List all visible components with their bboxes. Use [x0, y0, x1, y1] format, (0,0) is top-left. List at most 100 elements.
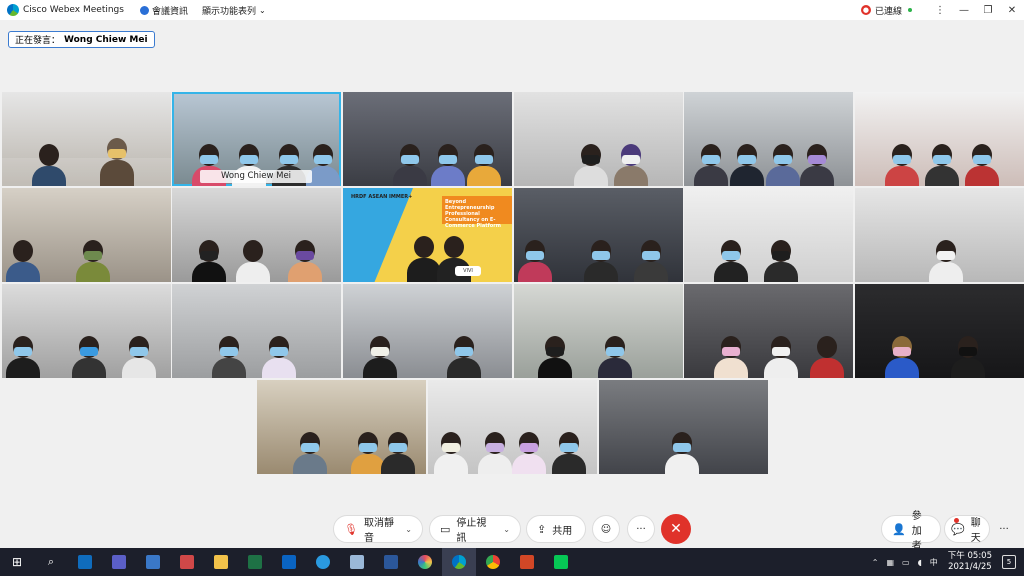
restore-button[interactable]: ❐ — [976, 5, 1000, 16]
taskbar-webex[interactable] — [442, 548, 476, 576]
video-tile[interactable] — [684, 284, 853, 378]
taskbar-teams[interactable] — [102, 548, 136, 576]
video-tile[interactable] — [514, 188, 683, 282]
reactions-button[interactable]: ☺ — [592, 515, 620, 543]
share-label: 共用 — [552, 525, 573, 537]
video-tile[interactable] — [172, 188, 341, 282]
clock-time: 下午 05:05 — [947, 551, 992, 561]
taskbar-app[interactable] — [170, 548, 204, 576]
presenter-label: VIVI — [455, 266, 481, 276]
powerpoint-icon — [520, 555, 534, 569]
connected-indicator-icon — [908, 8, 912, 12]
connection-status[interactable]: ● 已連線 — [860, 4, 912, 17]
video-tile[interactable] — [855, 92, 1024, 186]
info-icon — [139, 5, 149, 15]
taskbar-chrome[interactable] — [476, 548, 510, 576]
notification-center-button[interactable]: 5 — [1002, 555, 1016, 569]
teams-icon — [112, 555, 126, 569]
taskbar-app[interactable] — [340, 548, 374, 576]
taskbar-powerpoint[interactable] — [510, 548, 544, 576]
word-icon — [384, 555, 398, 569]
video-tile[interactable] — [514, 284, 683, 378]
clock-date: 2021/4/25 — [948, 562, 992, 572]
video-tile[interactable] — [172, 284, 341, 378]
presentation-banner: HRDF ASEAN IMMER+ Beyond Entrepreneurshi… — [343, 188, 512, 282]
video-tile[interactable] — [599, 380, 768, 474]
share-button[interactable]: ⇪ 共用 — [526, 515, 586, 543]
meeting-info-menu[interactable]: 會議資訊 — [139, 4, 188, 17]
chat-label: 聊天 — [970, 518, 981, 544]
more-options-button[interactable]: ··· — [627, 515, 655, 543]
folder-icon — [214, 555, 228, 569]
notification-count: 5 — [1006, 558, 1012, 566]
system-tray: ⌃ ▦ ▭ ◖ 中 — [868, 557, 942, 568]
taskbar-outlook[interactable] — [68, 548, 102, 576]
taskbar-clock[interactable]: 下午 05:05 2021/4/25 — [948, 551, 992, 573]
video-tile-active[interactable]: Wong Chiew Mei — [172, 92, 341, 186]
person-icon: 👤 — [892, 522, 906, 536]
taskbar-file-explorer[interactable] — [204, 548, 238, 576]
taskbar-outlook[interactable] — [272, 548, 306, 576]
taskbar-word[interactable] — [374, 548, 408, 576]
meeting-info-label: 會議資訊 — [151, 6, 188, 17]
mute-button[interactable]: 🎙 取消靜音 ⌄ — [333, 515, 423, 544]
banner-title: Beyond Entrepreneurship Professional Con… — [442, 196, 512, 229]
more-panels-button[interactable]: ··· — [990, 515, 1018, 543]
stop-video-label: 停止視訊 — [456, 518, 487, 544]
chat-button[interactable]: 💬 聊天 — [944, 515, 990, 544]
show-menu-bar-label: 顯示功能表列 — [201, 6, 256, 17]
participants-label: 參加者 — [911, 510, 922, 552]
taskbar-edge[interactable] — [306, 548, 340, 576]
video-tile[interactable] — [257, 380, 426, 474]
chat-bubble-icon: 💬 — [951, 522, 965, 536]
video-tile[interactable] — [343, 284, 512, 378]
video-tile[interactable] — [855, 188, 1024, 282]
record-icon: ● — [860, 5, 871, 15]
meeting-controls: 🎙 取消靜音 ⌄ ▭ 停止視訊 ⌄ ⇪ 共用 ☺ ··· ✕ 👤 參加者 💬 聊… — [0, 511, 1024, 552]
video-tile[interactable] — [684, 188, 853, 282]
chevron-up-icon[interactable]: ⌃ — [872, 558, 879, 567]
video-tile[interactable] — [2, 284, 171, 378]
volume-icon[interactable]: ◖ — [918, 558, 922, 567]
connection-status-label: 已連線 — [874, 6, 902, 17]
leave-meeting-button[interactable]: ✕ — [661, 514, 691, 544]
speaker-name: Wong Chiew Mei — [64, 34, 148, 45]
taskbar-excel[interactable] — [238, 548, 272, 576]
search-button[interactable]: ⌕ — [34, 548, 68, 576]
outlook-icon — [78, 555, 92, 569]
close-button[interactable]: ✕ — [1000, 5, 1024, 16]
video-tile[interactable] — [2, 188, 171, 282]
video-camera-icon: ▭ — [440, 522, 451, 536]
stop-video-button[interactable]: ▭ 停止視訊 ⌄ — [429, 515, 521, 544]
chevron-down-icon[interactable]: ⌄ — [405, 525, 412, 534]
video-tile-presentation[interactable]: HRDF ASEAN IMMER+ Beyond Entrepreneurshi… — [343, 188, 512, 282]
mute-label: 取消靜音 — [363, 518, 394, 544]
video-tile[interactable] — [855, 284, 1024, 378]
taskbar-line[interactable] — [544, 548, 578, 576]
webex-icon — [452, 555, 466, 569]
battery-icon[interactable]: ▭ — [902, 558, 910, 567]
video-tile[interactable] — [2, 92, 171, 186]
taskbar-app[interactable] — [136, 548, 170, 576]
minimize-button[interactable]: — — [952, 5, 976, 16]
participants-button[interactable]: 👤 參加者 — [881, 511, 941, 552]
more-dots-icon: ··· — [999, 523, 1009, 535]
line-icon — [554, 555, 568, 569]
show-menu-bar-menu[interactable]: 顯示功能表列 ⌄ — [202, 4, 266, 17]
network-icon[interactable]: ▦ — [886, 558, 894, 567]
mic-muted-icon: 🎙 — [344, 522, 358, 536]
app-icon — [418, 555, 432, 569]
more-options-icon[interactable]: ⋮ — [928, 5, 952, 16]
input-method-icon[interactable]: 中 — [930, 557, 938, 568]
webex-window: Cisco Webex Meetings 會議資訊 顯示功能表列 ⌄ ● 已連線… — [0, 0, 1024, 576]
app-title: Cisco Webex Meetings — [23, 5, 124, 15]
taskbar-app[interactable] — [408, 548, 442, 576]
windows-taskbar: ⊞ ⌕ ⌃ ▦ ▭ ◖ 中 下午 05:05 2021/4/25 5 — [0, 548, 1024, 576]
video-tile[interactable] — [514, 92, 683, 186]
close-icon: ✕ — [670, 521, 682, 537]
video-tile[interactable] — [428, 380, 597, 474]
start-button[interactable]: ⊞ — [0, 548, 34, 576]
chevron-down-icon[interactable]: ⌄ — [503, 525, 510, 534]
video-tile[interactable] — [684, 92, 853, 186]
video-tile[interactable] — [343, 92, 512, 186]
